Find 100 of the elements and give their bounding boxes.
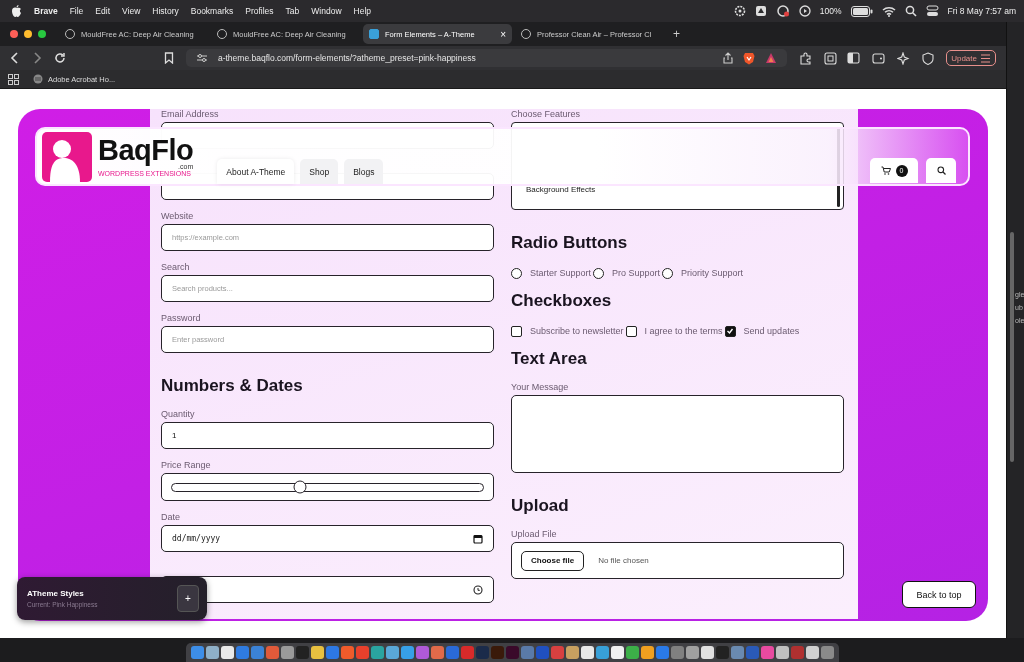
section-heading: Upload (511, 495, 570, 517)
checkbox[interactable] (625, 325, 637, 337)
close-window-icon[interactable] (10, 30, 18, 38)
battery-percent: 100% (819, 6, 842, 16)
radio-label: Pro Support (612, 268, 661, 278)
minimize-window-icon[interactable] (24, 30, 32, 38)
logo-wordmark[interactable]: BaqFlo (98, 136, 194, 165)
wallet-icon[interactable] (872, 52, 886, 64)
globe-icon (33, 74, 43, 84)
scroll-bar[interactable] (1010, 232, 1014, 462)
app-icon[interactable] (280, 646, 294, 659)
shield-icon[interactable] (922, 51, 935, 65)
triangle-icon[interactable] (765, 52, 778, 64)
app-icon[interactable] (565, 646, 579, 659)
app-icon[interactable] (805, 646, 819, 659)
panel-title: ATheme Styles (27, 589, 85, 598)
field-label: Price Range (161, 459, 212, 472)
gear-icon[interactable] (733, 5, 746, 17)
section-heading: Text Area (511, 348, 588, 370)
battery-icon[interactable] (850, 5, 873, 17)
search-button[interactable] (926, 158, 956, 183)
radio-button[interactable] (511, 267, 522, 279)
checkbox-label: I agree to the terms (644, 326, 723, 336)
app-icon[interactable] (220, 646, 234, 659)
back-to-top-button[interactable]: Back to top (902, 581, 976, 608)
drive-icon[interactable] (754, 5, 767, 17)
bookmark-icon[interactable] (163, 52, 174, 64)
menu-item[interactable]: Help (353, 6, 372, 16)
field-label: Quantity (161, 408, 196, 421)
calendar-icon[interactable] (473, 533, 483, 544)
cart-icon (880, 166, 891, 175)
reader-icon[interactable] (824, 51, 838, 65)
menu-item[interactable]: Window (311, 6, 342, 16)
app-icon[interactable] (205, 646, 219, 659)
control-center-icon[interactable] (925, 5, 939, 17)
nav-tab[interactable]: About A-Theme (217, 159, 295, 184)
app-icon[interactable] (610, 646, 624, 659)
wifi-icon[interactable] (881, 5, 896, 17)
app-icon[interactable] (580, 646, 594, 659)
sidebar-icon[interactable] (847, 52, 861, 64)
date-field[interactable]: dd/mm/yyyy (161, 525, 494, 552)
app-icon[interactable] (625, 646, 639, 659)
menu-item[interactable]: File (69, 6, 84, 16)
file-status: No file chosen (598, 556, 649, 565)
field-label: Upload File (511, 528, 558, 541)
apps-grid-icon[interactable] (8, 73, 19, 85)
input-field[interactable]: 1 (161, 422, 494, 449)
search-icon[interactable] (904, 5, 917, 17)
zoom-window-icon[interactable] (38, 30, 46, 38)
app-icon[interactable] (400, 646, 414, 659)
app-icon[interactable] (775, 646, 789, 659)
checkbox-label: Subscribe to newsletter (530, 326, 624, 336)
radio-button[interactable] (593, 267, 605, 279)
menu-item[interactable]: Edit (95, 6, 110, 16)
text-area[interactable] (511, 395, 844, 473)
field-label: Website (161, 210, 195, 223)
field-label: Search (161, 261, 191, 274)
section-heading: Radio Buttons (511, 232, 629, 254)
new-tab-button[interactable]: + (673, 27, 680, 41)
field-label: Email Address (161, 109, 220, 121)
file-field[interactable]: Choose file No file chosen (511, 542, 844, 579)
expand-button[interactable]: + (177, 585, 199, 612)
app-icon[interactable] (310, 646, 324, 659)
field-label: Choose Features (511, 109, 582, 121)
checkbox[interactable] (511, 325, 522, 337)
reload-icon[interactable] (53, 52, 66, 64)
radio-label: Priority Support (681, 268, 744, 278)
checkbox[interactable] (724, 325, 736, 337)
nav-tab[interactable]: Shop (300, 159, 339, 184)
sparkle-icon[interactable] (897, 51, 911, 65)
menu-clock[interactable]: Fri 8 May 7:57 am (947, 6, 1016, 16)
lion-shield-icon[interactable] (743, 51, 756, 65)
menu-app-name[interactable]: Brave (34, 6, 58, 16)
share-icon[interactable] (723, 52, 734, 64)
clock-icon[interactable] (473, 584, 483, 595)
play-icon[interactable] (798, 5, 811, 17)
puzzle-icon[interactable] (799, 51, 813, 65)
checkbox-label: Send updates (743, 326, 800, 336)
field-label: Your Message (511, 381, 570, 394)
radio-button[interactable] (662, 267, 674, 279)
app-icon[interactable] (685, 646, 699, 659)
cloud-icon[interactable] (775, 5, 790, 17)
update-button[interactable]: Update (946, 50, 996, 66)
app-icon[interactable] (385, 646, 399, 659)
menu-item[interactable]: View (122, 6, 141, 16)
choose-file-button[interactable]: Choose file (521, 550, 585, 571)
app-icon[interactable] (640, 646, 654, 659)
menu-item[interactable]: Bookmarks (190, 6, 234, 16)
nav-tab[interactable]: Blogs (344, 159, 384, 184)
menu-item[interactable]: Profiles (245, 6, 274, 16)
app-icon[interactable] (700, 646, 714, 659)
slider-thumb[interactable] (293, 480, 306, 494)
address-bar[interactable]: a-theme.baqflo.com/form-elements/?atheme_preset=pink-happiness (185, 49, 788, 67)
range-slider[interactable] (161, 473, 494, 501)
menu-item[interactable]: History (152, 6, 179, 16)
logo-icon[interactable] (42, 131, 92, 182)
section-heading: Numbers & Dates (161, 375, 304, 397)
apple-icon[interactable] (11, 4, 22, 18)
site-settings-icon[interactable] (195, 53, 208, 63)
menu-item[interactable]: Tab (285, 6, 300, 16)
